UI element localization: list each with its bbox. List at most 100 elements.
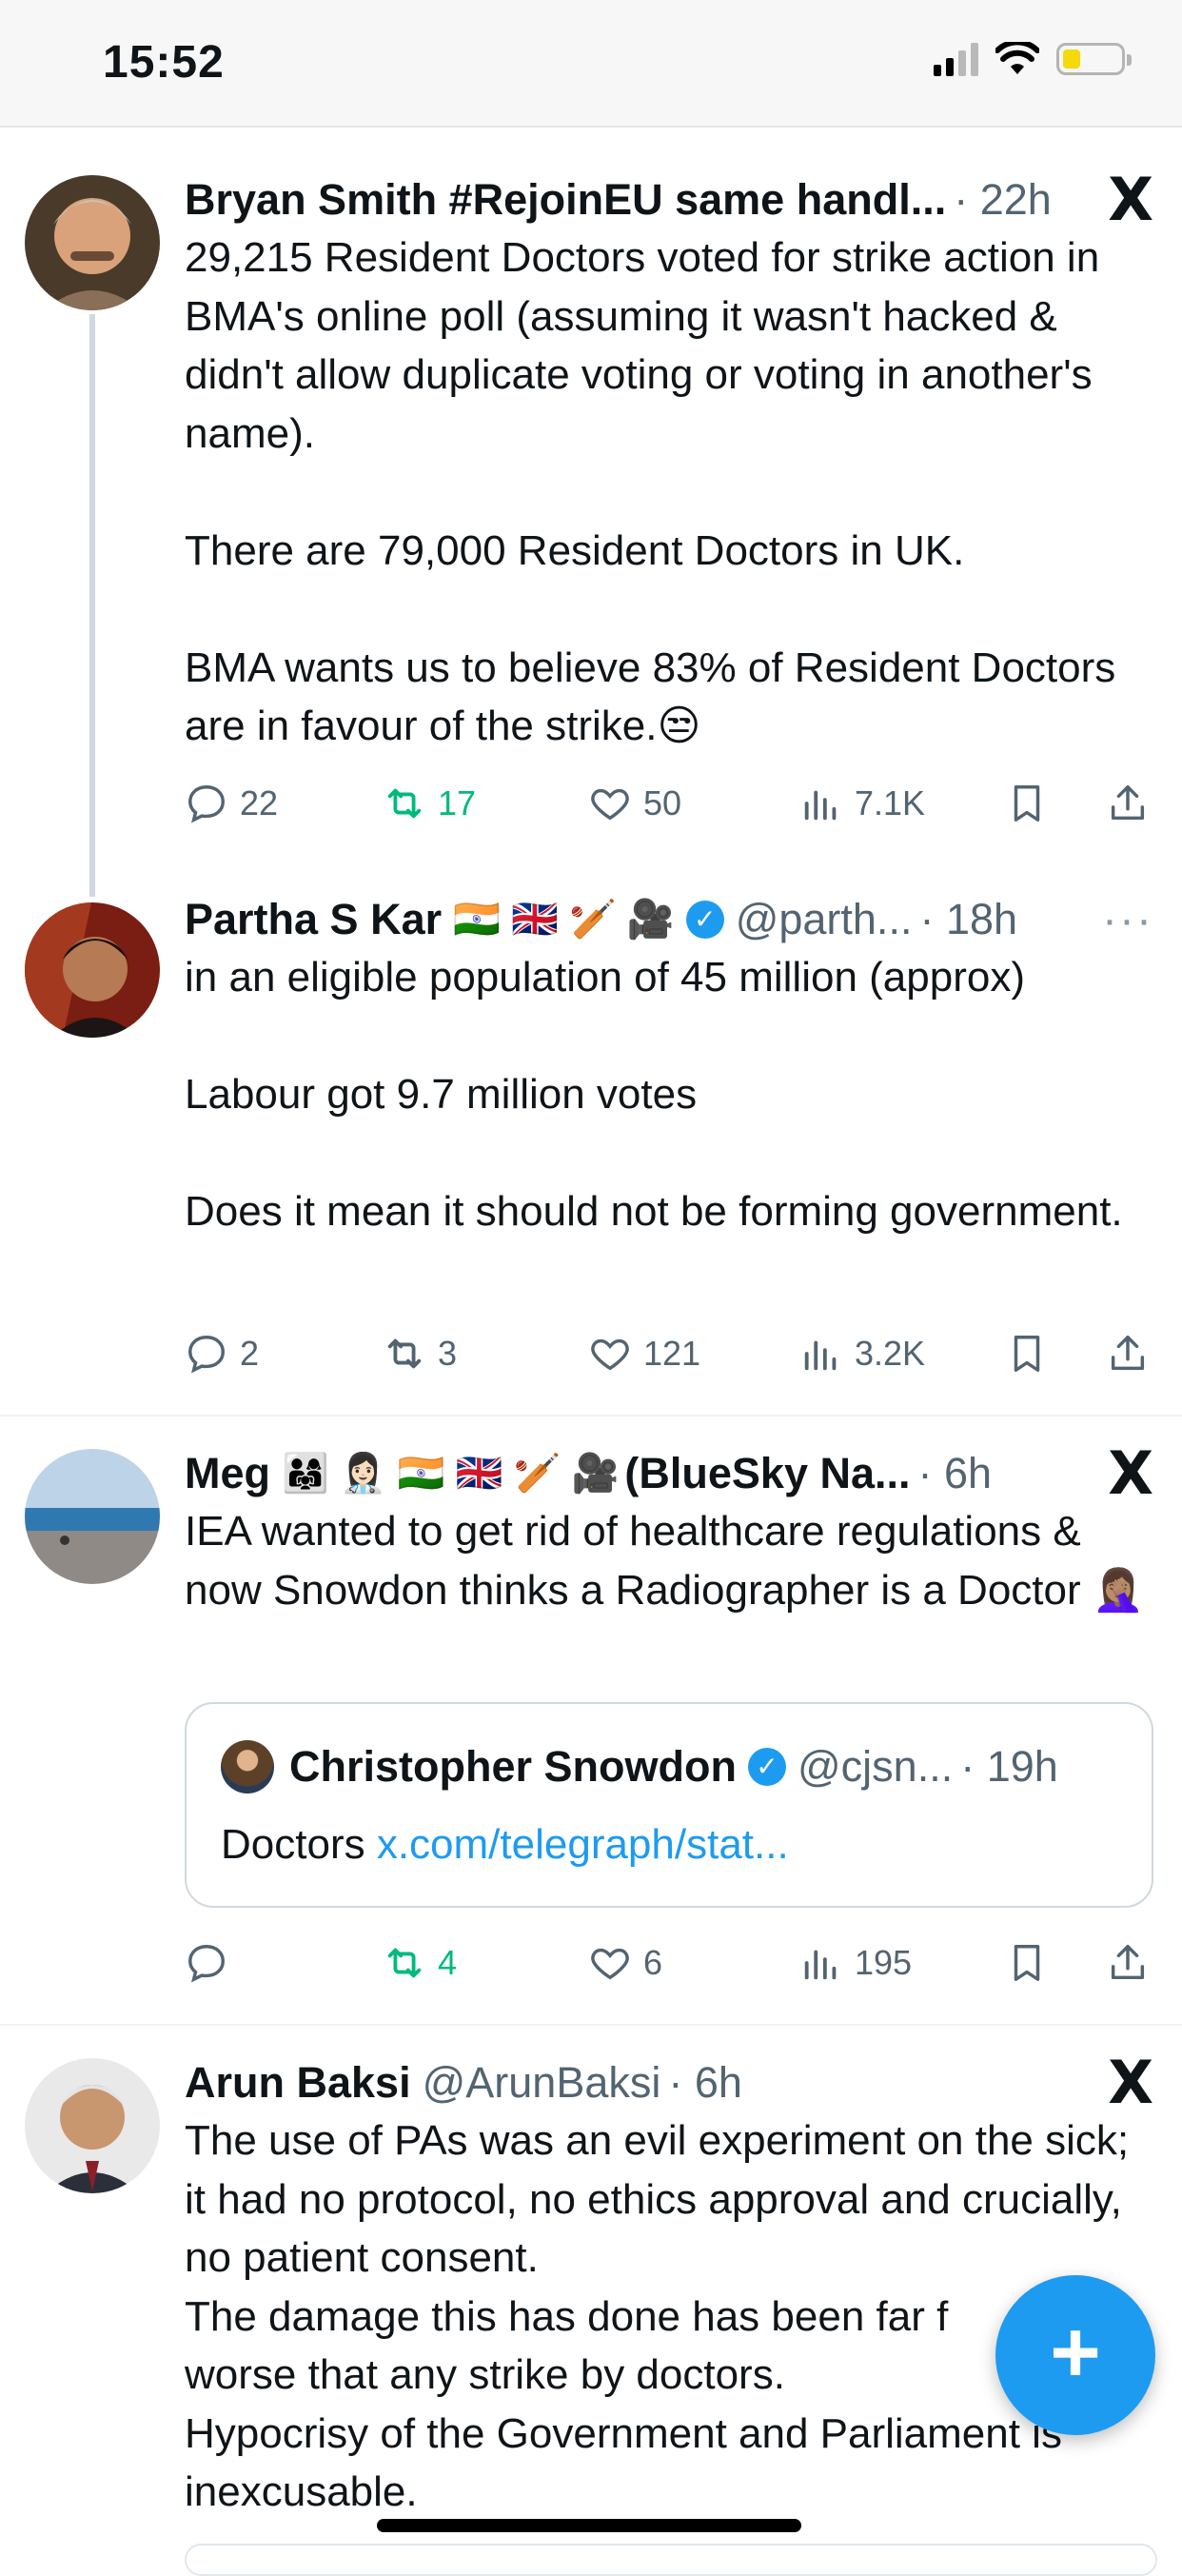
tweet-actions: 22 17 50 7.1K xyxy=(185,777,1153,830)
tweet-actions: 4 6 195 xyxy=(185,1936,1153,1990)
repost-icon xyxy=(387,788,422,819)
bookmark-icon xyxy=(1014,1336,1040,1372)
author-name[interactable]: Partha S Kar xyxy=(185,891,442,948)
status-icons xyxy=(934,42,1132,76)
like-button[interactable]: 6 xyxy=(588,1936,662,1990)
view-count: 195 xyxy=(855,1943,913,1982)
quoted-tweet-card[interactable] xyxy=(185,2544,1157,2576)
thread-connector-line xyxy=(89,314,95,897)
share-icon xyxy=(1111,1336,1145,1371)
reply-button[interactable]: 2 xyxy=(185,1327,259,1380)
share-icon xyxy=(1111,785,1145,821)
heart-icon xyxy=(591,1948,629,1980)
compose-button[interactable]: + xyxy=(995,2275,1155,2435)
wifi-icon xyxy=(995,42,1039,74)
views-chart-icon xyxy=(804,1950,837,1980)
quote-timestamp: · 19h xyxy=(960,1742,1058,1791)
share-button[interactable] xyxy=(1106,1327,1161,1380)
like-count: 6 xyxy=(643,1943,663,1982)
avatar[interactable] xyxy=(25,1449,160,1584)
tweet-header: Meg 👨‍👩‍👧 👩🏻‍⚕️ 🇮🇳 🇬🇧 🏏 🎥 (BlueSky Na...… xyxy=(185,1445,1153,1502)
share-button[interactable] xyxy=(1106,777,1161,830)
views-button[interactable]: 195 xyxy=(799,1936,912,1990)
author-handle[interactable]: @parth... xyxy=(736,891,913,948)
more-options-icon[interactable]: ··· xyxy=(1102,891,1153,948)
reply-count: 22 xyxy=(240,783,279,822)
like-count: 121 xyxy=(643,1334,701,1373)
view-count: 3.2K xyxy=(855,1334,926,1373)
status-bar: 15:52 xyxy=(0,0,1182,128)
quoted-tweet-card[interactable]: Christopher Snowdon ✓ @cjsn... · 19h Doc… xyxy=(185,1702,1153,1908)
x-logo-icon: X xyxy=(1108,1438,1153,1508)
bookmark-button[interactable] xyxy=(1005,777,1060,830)
author-name-suffix[interactable]: (BlueSky Na... xyxy=(624,1445,910,1502)
views-chart-icon xyxy=(804,1340,837,1371)
plus-icon: + xyxy=(1050,2304,1101,2401)
cellular-signal-icon xyxy=(934,42,978,76)
avatar xyxy=(221,1740,274,1793)
bookmark-button[interactable] xyxy=(1005,1936,1060,1990)
avatar[interactable] xyxy=(25,902,160,1038)
avatar[interactable] xyxy=(25,2058,160,2193)
heart-icon xyxy=(591,1338,629,1371)
reply-icon xyxy=(188,1336,225,1374)
repost-icon xyxy=(387,1948,422,1978)
repost-button[interactable]: 4 xyxy=(383,1936,457,1990)
repost-button[interactable]: 17 xyxy=(383,777,476,830)
bookmark-icon xyxy=(1014,1945,1040,1981)
tweet-header: Partha S Kar 🇮🇳 🇬🇧 🏏 🎥 ✓ @parth... · 18h xyxy=(185,891,1153,948)
avatar[interactable] xyxy=(25,175,160,310)
quote-author-name: Christopher Snowdon xyxy=(289,1742,737,1791)
quote-link[interactable]: x.com/telegraph/stat... xyxy=(377,1821,789,1868)
heart-icon xyxy=(591,788,629,821)
quote-author-handle: @cjsn... xyxy=(797,1742,954,1791)
reply-button[interactable]: 22 xyxy=(185,777,278,830)
share-icon xyxy=(1111,1945,1145,1980)
like-button[interactable]: 121 xyxy=(588,1327,700,1380)
name-emoji-flags: 🇮🇳 🇬🇧 🏏 🎥 xyxy=(453,899,675,941)
repost-icon xyxy=(387,1338,422,1369)
timestamp: · 6h xyxy=(668,2058,742,2107)
repost-button[interactable]: 3 xyxy=(383,1327,457,1380)
tweet-actions: 2 3 121 3.2K xyxy=(185,1327,1153,1380)
repost-count: 17 xyxy=(438,783,477,822)
tweet-header: Bryan Smith #RejoinEU same handl... · 22… xyxy=(185,171,1153,228)
quote-text-body: Doctors xyxy=(221,1821,377,1868)
author-name[interactable]: Meg xyxy=(185,1445,270,1502)
repost-count: 4 xyxy=(438,1943,458,1982)
verified-badge-icon: ✓ xyxy=(685,901,724,939)
author-handle[interactable]: @ArunBaksi xyxy=(423,2054,661,2111)
bookmark-icon xyxy=(1014,785,1040,822)
x-logo-icon: X xyxy=(1108,2048,1153,2117)
timestamp: · 18h xyxy=(919,895,1018,943)
status-time: 15:52 xyxy=(103,37,225,88)
reply-icon xyxy=(188,785,225,823)
views-button[interactable]: 7.1K xyxy=(799,777,925,830)
tweet-divider xyxy=(0,1415,1182,1417)
x-logo-icon: X xyxy=(1108,165,1153,234)
tweet-divider xyxy=(0,2024,1182,2026)
share-button[interactable] xyxy=(1106,1936,1161,1990)
tweet-text: in an eligible population of 45 million … xyxy=(185,954,1123,1235)
quote-header: Christopher Snowdon ✓ @cjsn... · 19h xyxy=(221,1738,1058,1795)
home-indicator[interactable] xyxy=(377,2519,801,2532)
reply-button[interactable] xyxy=(185,1936,240,1990)
author-name[interactable]: Arun Baksi xyxy=(185,2054,411,2111)
verified-badge-icon: ✓ xyxy=(747,1748,786,1786)
views-chart-icon xyxy=(804,790,837,821)
timestamp: · 22h xyxy=(954,175,1052,224)
like-count: 50 xyxy=(643,783,682,822)
like-button[interactable]: 50 xyxy=(588,777,681,830)
bookmark-button[interactable] xyxy=(1005,1327,1060,1380)
view-count: 7.1K xyxy=(855,783,926,822)
views-button[interactable]: 3.2K xyxy=(799,1327,925,1380)
name-emoji-flags: 👨‍👩‍👧 👩🏻‍⚕️ 🇮🇳 🇬🇧 🏏 🎥 xyxy=(282,1453,620,1495)
quote-text: Doctors x.com/telegraph/stat... xyxy=(221,1816,789,1873)
tweet-header: Arun Baksi @ArunBaksi · 6h xyxy=(185,2054,1153,2111)
tweet-text: IEA wanted to get rid of healthcare regu… xyxy=(185,1508,1145,1614)
timestamp: · 6h xyxy=(917,1449,993,1497)
author-name[interactable]: Bryan Smith #RejoinEU same handl... xyxy=(185,171,946,228)
battery-icon xyxy=(1056,43,1132,75)
tweet-text: 29,215 Resident Doctors voted for strike… xyxy=(185,234,1116,749)
reply-icon xyxy=(188,1945,225,1983)
